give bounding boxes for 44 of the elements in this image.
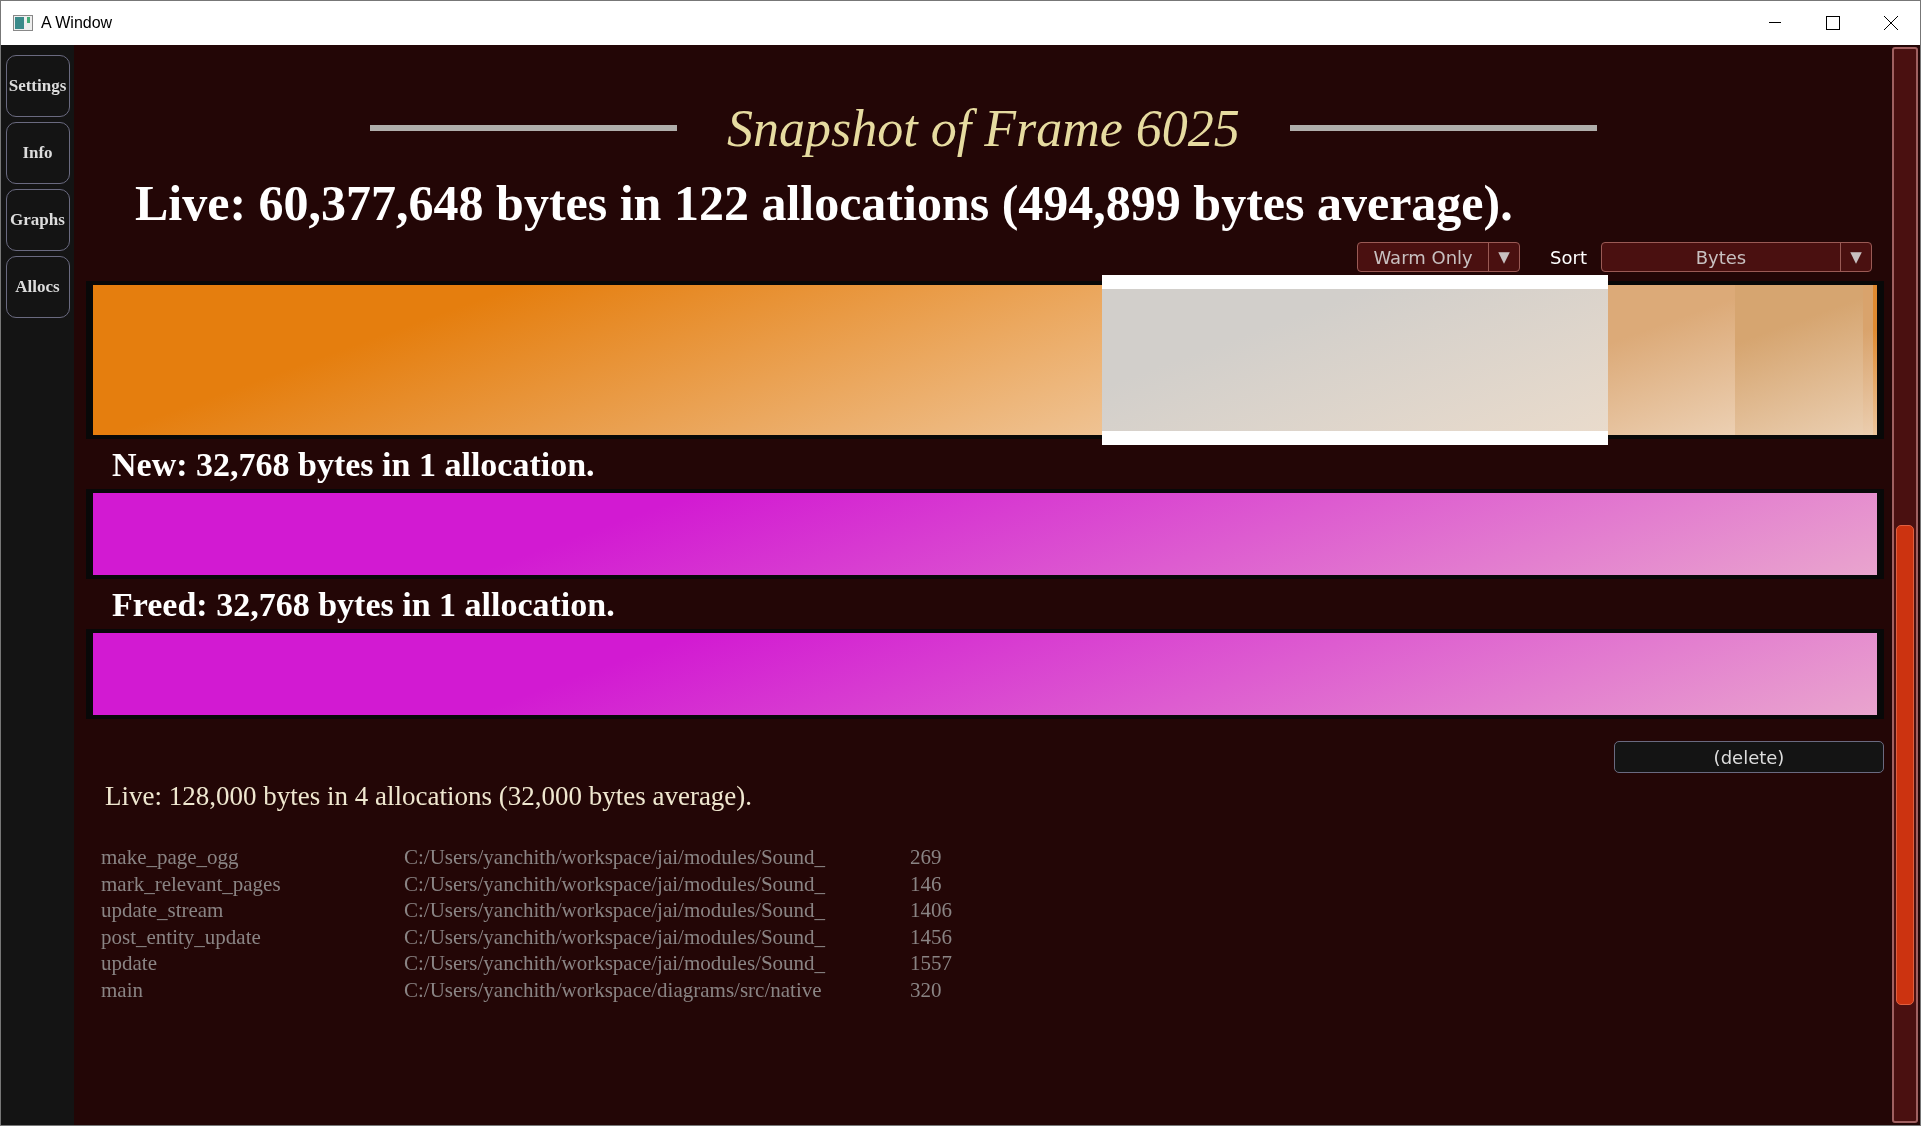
- sidebar-button[interactable]: Allocs: [5, 256, 70, 318]
- window-title: A Window: [41, 14, 113, 32]
- file-path: C:/Users/yanchith/workspace/jai/modules/Sound_: [404, 950, 827, 977]
- sidebar-button[interactable]: Graphs: [5, 189, 70, 251]
- function-name: update_stream: [101, 897, 225, 924]
- minimize-icon: [1769, 22, 1781, 24]
- function-name: make_page_ogg: [101, 844, 240, 871]
- function-name: update: [101, 950, 158, 977]
- detail-summary: Live: 128,000 bytes in 4 allocations (32,000 bytes average).: [105, 781, 754, 812]
- file-path: C:/Users/yanchith/workspace/diagrams/src/native: [404, 976, 823, 1003]
- maximize-icon: [1826, 16, 1840, 30]
- line-number: 1456: [910, 923, 953, 950]
- line-number: 320: [910, 976, 943, 1003]
- file-path: C:/Users/yanchith/workspace/jai/modules/Sound_: [404, 844, 827, 871]
- allocation-segment[interactable]: [1102, 275, 1608, 445]
- allocation-segment[interactable]: [1607, 285, 1736, 435]
- allocation-segment[interactable]: [1863, 285, 1873, 435]
- file-path: C:/Users/yanchith/workspace/jai/modules/Sound_: [404, 870, 827, 897]
- line-number: 269: [910, 844, 943, 871]
- sidebar-button[interactable]: Settings: [5, 55, 70, 117]
- file-path: C:/Users/yanchith/workspace/jai/modules/Sound_: [404, 923, 827, 950]
- function-name: main: [101, 976, 144, 1003]
- sort-label: Sort: [1550, 246, 1587, 268]
- line-number: 1557: [910, 950, 953, 977]
- function-name: mark_relevant_pages: [101, 870, 282, 897]
- sidebar-button[interactable]: Info: [5, 122, 70, 184]
- allocation-segment[interactable]: [93, 285, 1103, 435]
- line-number: 146: [910, 870, 943, 897]
- function-name: post_entity_update: [101, 923, 262, 950]
- filter-dropdown[interactable]: Warm Only ▼: [1357, 242, 1521, 272]
- file-path: C:/Users/yanchith/workspace/jai/modules/Sound_: [404, 897, 827, 924]
- line-number: 1406: [910, 897, 953, 924]
- snapshot-heading: Snapshot of Frame 6025: [727, 98, 1240, 158]
- app-icon: [13, 15, 33, 31]
- delete-button[interactable]: (delete): [1614, 741, 1884, 773]
- new-summary: New: 32,768 bytes in 1 allocation.: [112, 445, 596, 485]
- allocation-segment[interactable]: [1735, 285, 1864, 435]
- scrollbar[interactable]: [1892, 47, 1918, 1123]
- close-icon: [1884, 16, 1898, 30]
- live-summary: Live: 60,377,648 bytes in 122 allocations (494,899 bytes average).: [135, 174, 1514, 233]
- allocation-segment[interactable]: [1873, 285, 1877, 435]
- freed-summary: Freed: 32,768 bytes in 1 allocation.: [112, 585, 616, 625]
- sort-dropdown[interactable]: Bytes ▼: [1601, 242, 1872, 272]
- scrollbar-thumb[interactable]: [1896, 525, 1914, 1005]
